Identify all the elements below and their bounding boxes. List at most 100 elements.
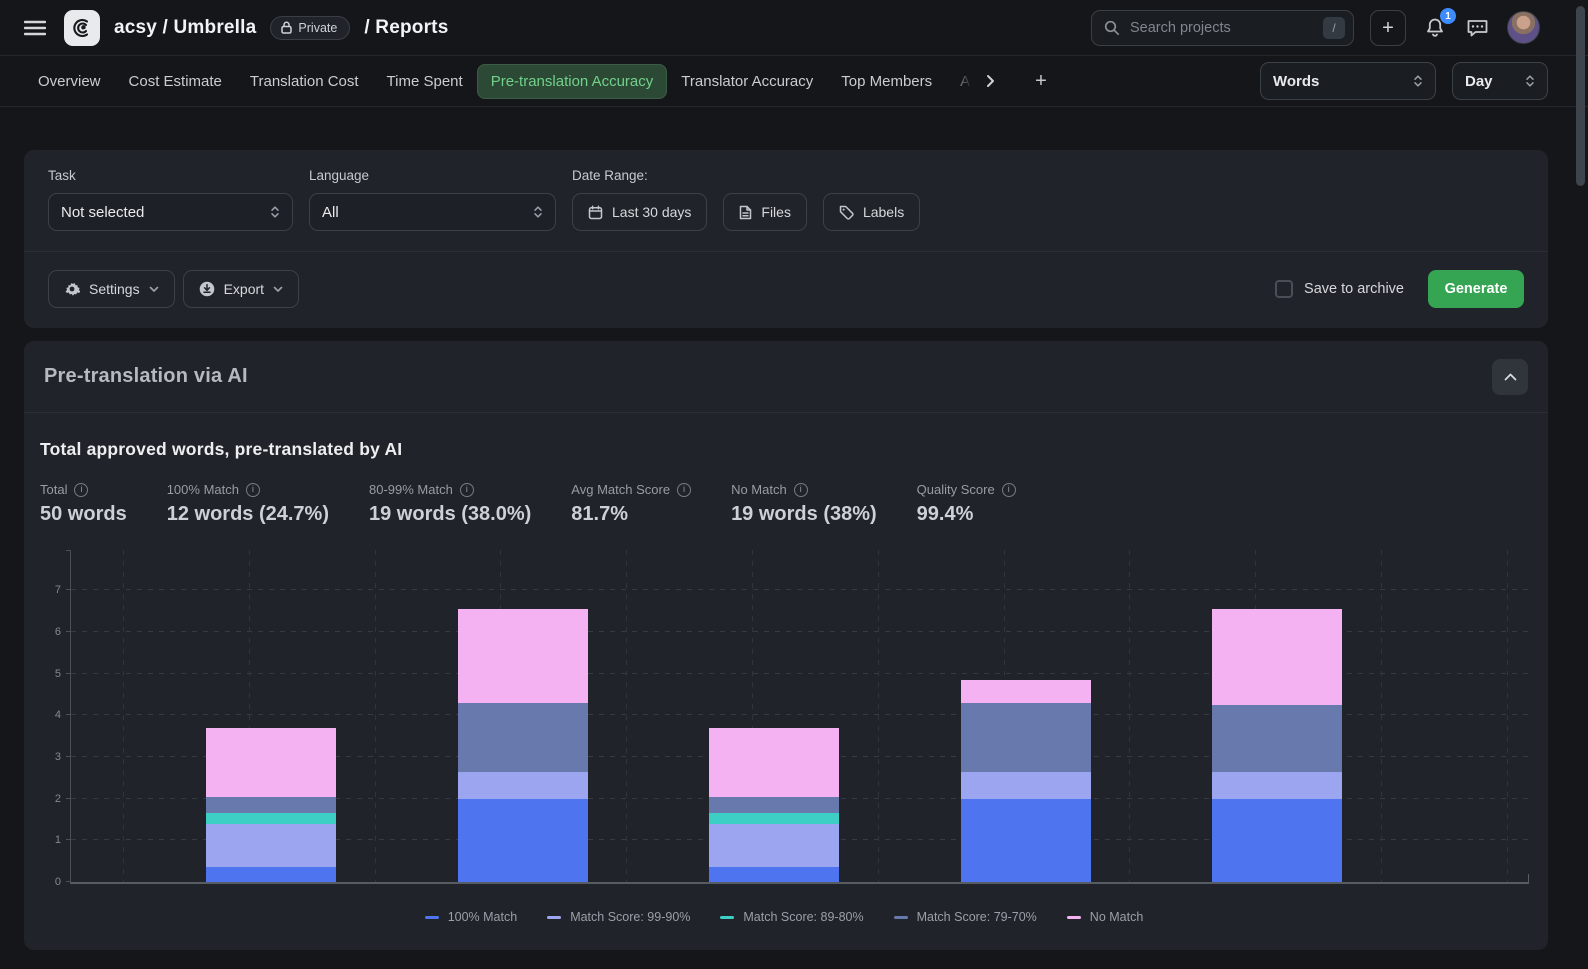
app-logo[interactable]	[64, 10, 100, 46]
search-input[interactable]: Search projects /	[1091, 10, 1354, 46]
tab-cost-estimate[interactable]: Cost Estimate	[115, 64, 236, 99]
bar-segment-100-match[interactable]	[709, 867, 839, 882]
breadcrumb-project[interactable]: acsy / Umbrella	[114, 17, 256, 39]
language-select[interactable]: All	[309, 193, 556, 231]
info-icon[interactable]: i	[1002, 483, 1016, 497]
checkbox-box[interactable]	[1275, 280, 1293, 298]
stat-label-text: Quality Score	[917, 482, 995, 497]
legend-item-match-score-99-90[interactable]: Match Score: 99-90%	[547, 910, 690, 924]
add-report-tab-button[interactable]: +	[1025, 64, 1057, 99]
bar-segment-100-match[interactable]	[961, 799, 1091, 882]
menu-icon[interactable]	[20, 16, 50, 40]
bar-segment-no-match[interactable]	[961, 680, 1091, 703]
stat-label: 100% Match i	[167, 482, 329, 497]
date-range-button[interactable]: Last 30 days	[572, 193, 707, 231]
select-arrows-icon	[1413, 74, 1423, 88]
tab-a[interactable]: A	[946, 64, 976, 99]
bar-segment-match-score-79-70[interactable]	[1212, 705, 1342, 772]
info-icon[interactable]: i	[74, 483, 88, 497]
bar-segment-match-score-79-70[interactable]	[961, 703, 1091, 772]
notifications-button[interactable]: 1	[1422, 14, 1448, 41]
chart-plot-area: 01234567	[70, 550, 1529, 884]
info-icon[interactable]: i	[794, 483, 808, 497]
task-select-value: Not selected	[61, 204, 144, 221]
stacked-bar-chart: 01234567	[70, 550, 1529, 884]
legend-item-100-match[interactable]: 100% Match	[425, 910, 517, 924]
period-select[interactable]: Day	[1452, 62, 1548, 100]
tab-translator-accuracy[interactable]: Translator Accuracy	[667, 64, 827, 99]
tabs-overflow-button[interactable]	[976, 68, 1005, 94]
bar-segment-match-score-79-70[interactable]	[206, 797, 336, 814]
privacy-badge-label: Private	[298, 21, 337, 35]
export-button[interactable]: Export	[183, 270, 299, 308]
scrollbar-thumb[interactable]	[1576, 6, 1585, 186]
files-button[interactable]: Files	[723, 193, 807, 231]
stat-label-text: 100% Match	[167, 482, 239, 497]
tab-translation-cost[interactable]: Translation Cost	[236, 64, 373, 99]
chart-legend: 100% Match Match Score: 99-90% Match Score…	[40, 910, 1528, 924]
messages-button[interactable]	[1464, 15, 1491, 40]
y-tick-mark	[66, 631, 71, 632]
bar-segment-no-match[interactable]	[206, 728, 336, 797]
breadcrumb-page: / Reports	[364, 17, 448, 39]
bar-segment-100-match[interactable]	[458, 799, 588, 882]
bar-segment-no-match[interactable]	[709, 728, 839, 797]
info-icon[interactable]: i	[246, 483, 260, 497]
labels-button[interactable]: Labels	[823, 193, 920, 231]
bar-segment-match-score-79-70[interactable]	[458, 703, 588, 772]
search-icon	[1104, 20, 1120, 36]
bar-segment-match-score-99-90[interactable]	[458, 772, 588, 799]
stat-label: No Matchi	[731, 482, 877, 497]
tab-time-spent[interactable]: Time Spent	[373, 64, 477, 99]
page-scrollbar[interactable]	[1574, 0, 1588, 969]
header-left: acsy / Umbrella Private / Reports	[20, 10, 448, 46]
actions-row: Settings Export Save to archive Generate	[48, 270, 1524, 308]
stat-avg-match-score: Avg Match Scorei81.7%	[571, 482, 691, 526]
create-project-button[interactable]: +	[1370, 10, 1406, 46]
generate-button[interactable]: Generate	[1428, 270, 1524, 308]
chevron-up-icon	[1504, 373, 1517, 381]
unit-select[interactable]: Words	[1260, 62, 1436, 100]
bar-segment-match-score-99-90[interactable]	[206, 824, 336, 868]
legend-dash	[1067, 916, 1081, 919]
save-to-archive-label: Save to archive	[1304, 281, 1404, 297]
date-range-label: Date Range:	[572, 168, 920, 183]
bar-segment-match-score-89-80[interactable]	[206, 813, 336, 823]
bar-segment-match-score-89-80[interactable]	[709, 813, 839, 823]
bar-segment-match-score-99-90[interactable]	[1212, 772, 1342, 799]
header-right: Search projects / + 1	[1091, 10, 1540, 46]
bar-segment-no-match[interactable]	[458, 609, 588, 703]
notification-count-badge: 1	[1440, 8, 1456, 24]
bar-segment-100-match[interactable]	[1212, 799, 1342, 882]
stat-no-match: No Matchi19 words (38%)	[731, 482, 877, 526]
tab-pre-translation-accuracy[interactable]: Pre-translation Accuracy	[477, 64, 668, 99]
bar-segment-match-score-99-90[interactable]	[961, 772, 1091, 799]
user-avatar[interactable]	[1507, 11, 1540, 44]
tag-icon	[839, 205, 854, 220]
x-gridline	[123, 550, 124, 882]
gear-icon	[64, 281, 80, 297]
y-tick-label: 1	[55, 834, 61, 846]
save-to-archive-checkbox[interactable]: Save to archive	[1275, 280, 1404, 298]
info-icon[interactable]: i	[460, 483, 474, 497]
settings-button[interactable]: Settings	[48, 270, 175, 308]
bar-segment-match-score-79-70[interactable]	[709, 797, 839, 814]
bar-segment-match-score-99-90[interactable]	[709, 824, 839, 868]
chevron-right-icon	[986, 74, 995, 88]
task-select[interactable]: Not selected	[48, 193, 293, 231]
info-icon[interactable]: i	[677, 483, 691, 497]
legend-item-no-match[interactable]: No Match	[1067, 910, 1144, 924]
collapse-panel-button[interactable]	[1492, 359, 1528, 395]
legend-dash	[547, 916, 561, 919]
legend-item-match-score-79-70[interactable]: Match Score: 79-70%	[894, 910, 1037, 924]
y-tick-label: 6	[55, 626, 61, 638]
select-arrows-icon	[270, 205, 280, 219]
tab-top-members[interactable]: Top Members	[827, 64, 946, 99]
stat-100-match: 100% Matchi12 words (24.7%)	[167, 482, 329, 526]
bar-segment-100-match[interactable]	[206, 867, 336, 882]
bar-segment-no-match[interactable]	[1212, 609, 1342, 705]
tab-overview[interactable]: Overview	[24, 64, 115, 99]
legend-label: No Match	[1090, 910, 1144, 924]
legend-item-match-score-89-80[interactable]: Match Score: 89-80%	[720, 910, 863, 924]
y-tick-mark	[66, 673, 71, 674]
